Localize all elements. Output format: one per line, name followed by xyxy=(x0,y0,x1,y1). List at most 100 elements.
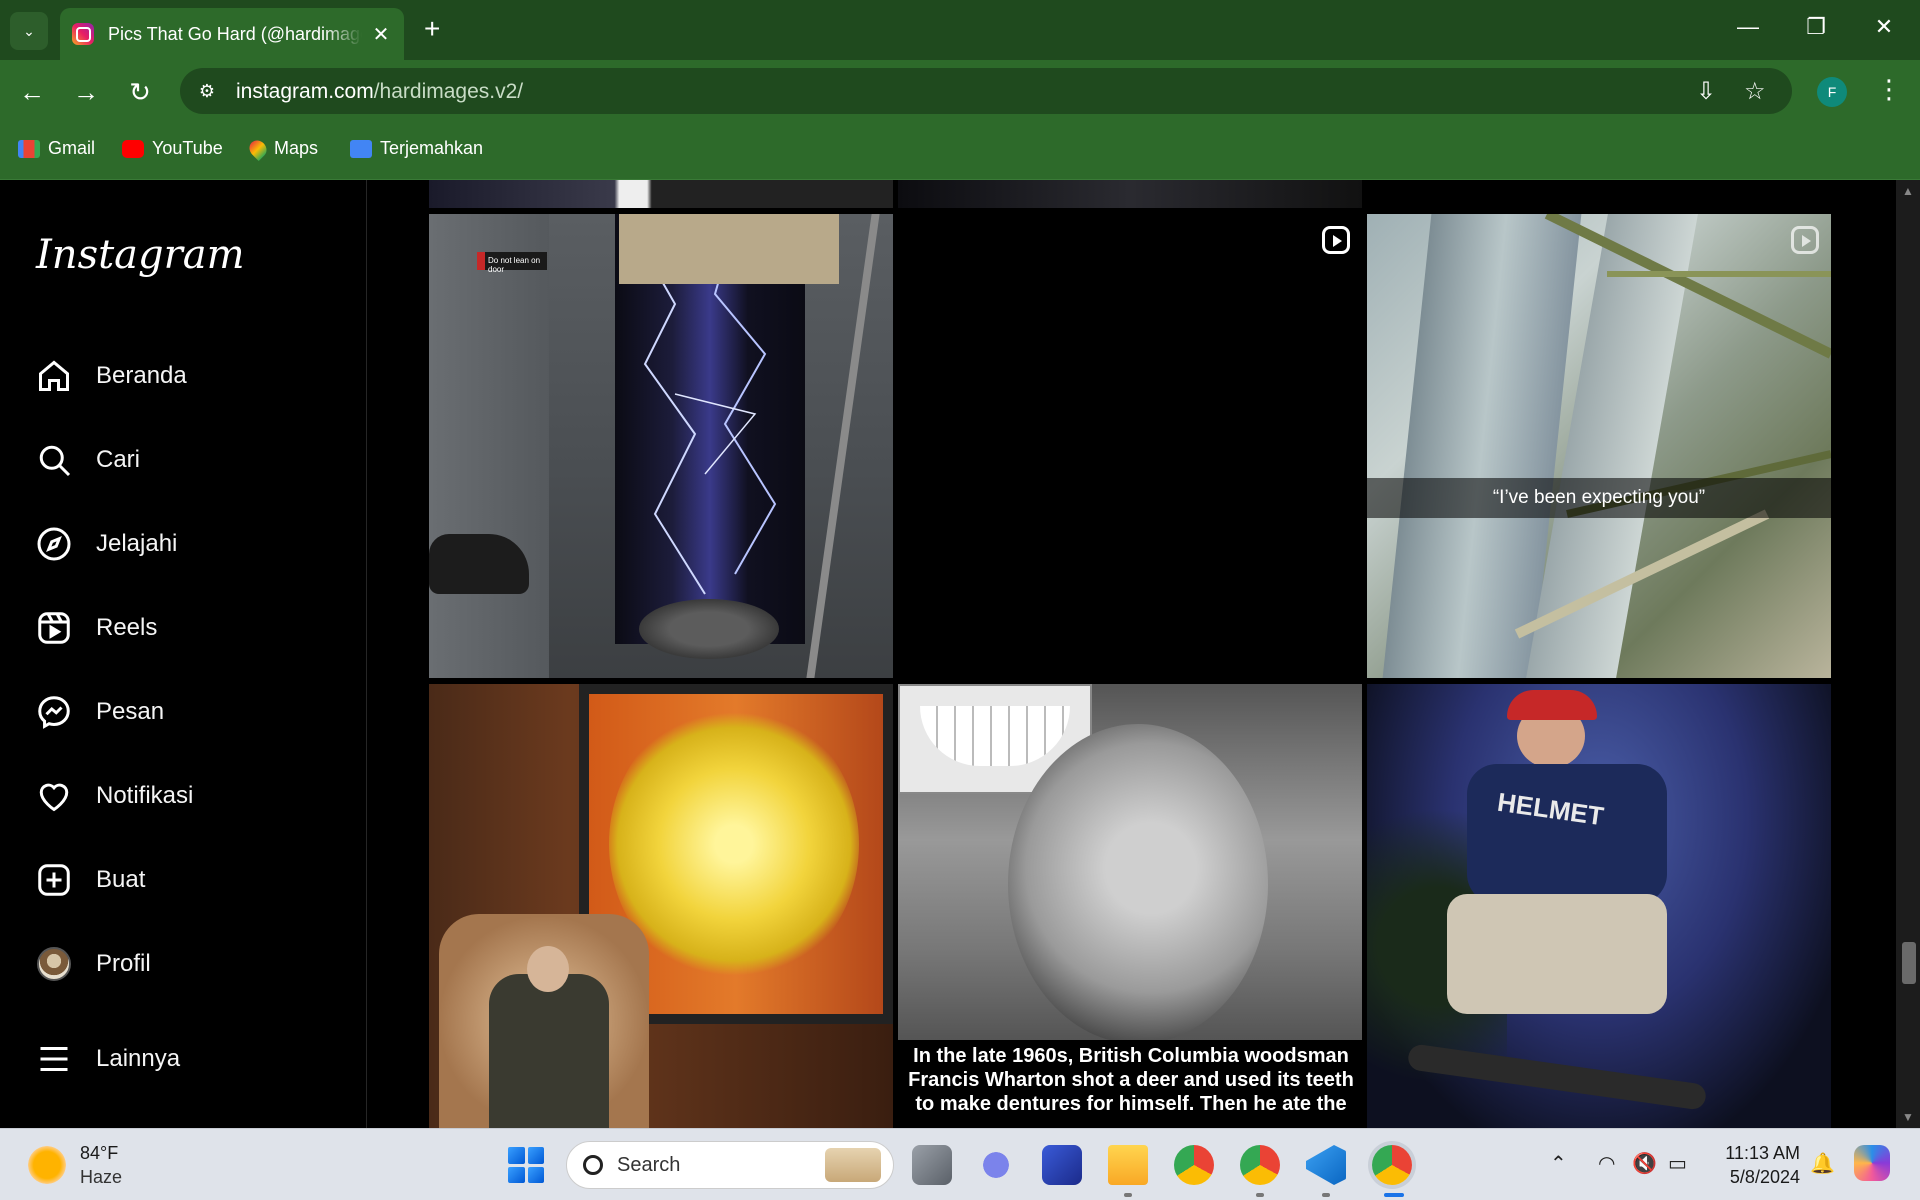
leaves xyxy=(1514,214,1831,639)
seated-man xyxy=(489,974,609,1128)
nav-item-beranda[interactable]: Beranda xyxy=(34,351,187,401)
page-scrollbar[interactable]: ▲ ▼ xyxy=(1896,180,1920,1128)
post-tile-reel-black[interactable] xyxy=(898,214,1362,678)
vscode-icon[interactable] xyxy=(1306,1145,1346,1185)
reload-icon[interactable]: ↻ xyxy=(122,74,158,110)
bookmark-gmail[interactable]: Gmail xyxy=(18,138,95,159)
url-path: /hardimages.v2/ xyxy=(373,80,524,103)
search-icon xyxy=(34,440,74,480)
address-bar[interactable]: ⚙ instagram.com/hardimages.v2/ ⇩ ☆ xyxy=(180,68,1792,114)
show-hidden-icons-chevron-icon[interactable]: ⌃ xyxy=(1550,1151,1567,1176)
battery-icon[interactable]: ▭ xyxy=(1668,1151,1687,1176)
bookmark-star-icon[interactable]: ☆ xyxy=(1744,77,1766,106)
youtube-icon xyxy=(122,139,144,158)
volume-muted-icon[interactable]: 🔇 xyxy=(1632,1151,1657,1176)
nav-item-profil[interactable]: Profil xyxy=(34,939,151,989)
nav-item-pesan[interactable]: Pesan xyxy=(34,687,164,737)
woodsman-face xyxy=(1008,724,1268,1044)
start-button[interactable] xyxy=(508,1147,544,1183)
running-indicator xyxy=(1256,1193,1264,1197)
clock-date: 5/8/2024 xyxy=(1729,1167,1800,1187)
site-info-icon[interactable]: ⚙ xyxy=(194,78,220,104)
bookmark-label: Maps xyxy=(274,138,319,158)
url-domain: instagram.com xyxy=(236,80,374,103)
nav-item-buat[interactable]: Buat xyxy=(34,855,145,905)
shirt-text: HELMET xyxy=(1495,786,1606,832)
clock-time: 11:13 AM xyxy=(1725,1143,1800,1163)
nav-item-reels[interactable]: Reels xyxy=(34,603,157,653)
post-tile[interactable]: HELMET xyxy=(1367,684,1831,1128)
heart-icon xyxy=(34,776,74,816)
nav-item-cari[interactable]: Cari xyxy=(34,435,140,485)
scroll-up-arrow-icon[interactable]: ▲ xyxy=(1902,184,1914,198)
forward-arrow-icon[interactable]: → xyxy=(68,74,104,110)
browser-tab-active[interactable]: Pics That Go Hard (@hardimages.v2) ✕ xyxy=(60,8,404,60)
minimize-button[interactable]: — xyxy=(1728,14,1768,40)
task-view-icon[interactable] xyxy=(912,1145,952,1185)
scroll-thumb[interactable] xyxy=(1902,942,1916,984)
subway-door xyxy=(429,214,549,678)
weather-haze-icon xyxy=(28,1146,66,1184)
khaki-shorts xyxy=(1447,894,1667,1014)
copilot-icon[interactable] xyxy=(1854,1145,1890,1181)
compass-icon xyxy=(34,524,74,564)
avatar xyxy=(37,947,71,981)
chrome-icon[interactable] xyxy=(1174,1145,1214,1185)
running-indicator xyxy=(1124,1193,1132,1197)
app-icon-blue[interactable] xyxy=(1042,1145,1082,1185)
post-tile[interactable]: Do not lean on door xyxy=(429,214,893,678)
chrome-active-icon[interactable] xyxy=(1372,1145,1412,1185)
chrome-profile-2-icon[interactable] xyxy=(1240,1145,1280,1185)
avatar-wrap xyxy=(34,944,74,984)
bookmark-youtube[interactable]: YouTube xyxy=(122,138,223,159)
nav-item-lainnya[interactable]: Lainnya xyxy=(34,1034,180,1084)
home-icon xyxy=(34,356,74,396)
install-app-icon[interactable]: ⇩ xyxy=(1696,77,1716,106)
jacket xyxy=(619,214,839,284)
profile-avatar[interactable]: F xyxy=(1817,77,1847,107)
bookmark-maps[interactable]: Maps xyxy=(245,136,319,161)
url-text[interactable]: instagram.com/hardimages.v2/ xyxy=(236,80,523,104)
nav-item-notifikasi[interactable]: Notifikasi xyxy=(34,771,193,821)
menu-icon xyxy=(34,1039,74,1079)
bookmark-label: Terjemahkan xyxy=(380,138,484,158)
maps-pin-icon xyxy=(245,136,271,161)
more-menu-icon[interactable]: ⋮ xyxy=(1876,74,1902,105)
taskbar-clock[interactable]: 11:13 AM 5/8/2024 xyxy=(1704,1141,1800,1189)
bookmark-translate[interactable]: Terjemahkan xyxy=(350,138,483,159)
tab-close-icon[interactable]: ✕ xyxy=(370,22,392,47)
nav-label: Beranda xyxy=(96,362,187,389)
running-indicator xyxy=(1322,1193,1330,1197)
back-arrow-icon[interactable]: ← xyxy=(14,74,50,110)
instagram-logo[interactable]: Instagram xyxy=(36,232,245,278)
instagram-page: Instagram Beranda Cari Jelajahi Reels Pe… xyxy=(0,180,1920,1128)
reels-badge-icon xyxy=(1791,226,1819,254)
tab-search-button[interactable]: ⌄ xyxy=(10,12,48,50)
scroll-down-arrow-icon[interactable]: ▼ xyxy=(1902,1110,1914,1124)
instagram-sidebar: Instagram Beranda Cari Jelajahi Reels Pe… xyxy=(0,180,367,1128)
post-tile-partial-1[interactable] xyxy=(429,180,893,208)
post-tile-reel[interactable]: “I’ve been expecting you” xyxy=(1367,214,1831,678)
notification-bell-icon[interactable]: 🔔 xyxy=(1810,1151,1835,1176)
teams-meet-icon[interactable] xyxy=(976,1145,1016,1185)
new-tab-button[interactable]: + xyxy=(424,14,440,44)
nav-item-jelajahi[interactable]: Jelajahi xyxy=(34,519,177,569)
file-explorer-icon[interactable] xyxy=(1108,1145,1148,1185)
search-icon xyxy=(583,1155,603,1175)
post-tile[interactable] xyxy=(429,684,893,1128)
post-tile-partial-2[interactable] xyxy=(898,180,1362,208)
wifi-icon[interactable]: ◠ xyxy=(1598,1151,1615,1176)
close-window-button[interactable]: ✕ xyxy=(1864,14,1904,40)
post-tile[interactable]: In the late 1960s, British Columbia wood… xyxy=(898,684,1362,1128)
red-cap xyxy=(1507,690,1597,720)
door-sticker: Do not lean on door xyxy=(477,252,547,274)
nav-label: Cari xyxy=(96,446,141,473)
windows-logo-tile xyxy=(508,1147,525,1164)
search-highlight-icon xyxy=(825,1148,881,1182)
nav-label: Lainnya xyxy=(96,1045,181,1072)
weather-widget[interactable]: 84°F Haze xyxy=(28,1141,122,1189)
snap-caption: “I’ve been expecting you” xyxy=(1367,478,1831,518)
taskbar-search[interactable]: Search xyxy=(566,1141,894,1189)
restore-button[interactable]: ❐ xyxy=(1796,14,1836,40)
bookmark-label: YouTube xyxy=(152,138,223,158)
